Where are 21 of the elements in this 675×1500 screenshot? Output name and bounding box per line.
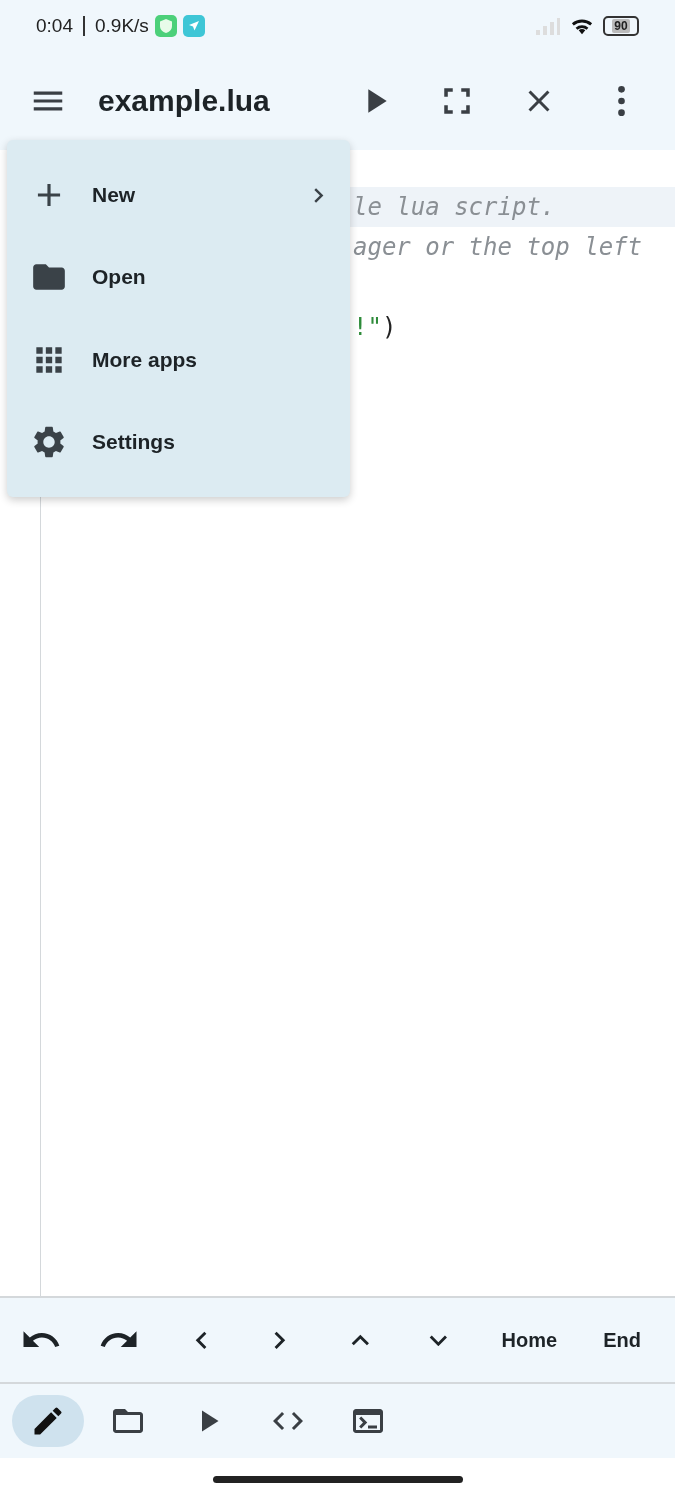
menu-item[interactable]: More apps	[7, 318, 350, 401]
chevron-up-icon	[351, 1333, 370, 1347]
code-line: !")	[352, 312, 398, 343]
gesture-bar[interactable]	[212, 1475, 463, 1483]
status-time: 0:04	[36, 15, 73, 37]
chevron-down-icon	[429, 1333, 448, 1347]
chevron-left-icon	[194, 1330, 208, 1350]
nav-tab[interactable]	[12, 1395, 84, 1447]
send-app-icon	[182, 15, 205, 37]
key-button[interactable]: Home	[501, 1310, 564, 1370]
chevron-right-icon	[272, 1330, 286, 1350]
more-icon	[617, 86, 625, 116]
menu-item[interactable]: Settings	[7, 400, 350, 483]
code-line: ager or the top left	[352, 232, 643, 263]
shield-app-icon	[154, 15, 177, 37]
menu-item[interactable]: Open	[7, 236, 350, 319]
file-title: example.lua	[98, 84, 271, 118]
network-speed: 0.9K/s	[95, 15, 149, 37]
battery-icon: 90	[603, 16, 639, 36]
signal-icon	[535, 16, 561, 36]
key-button[interactable]: End	[603, 1310, 647, 1370]
